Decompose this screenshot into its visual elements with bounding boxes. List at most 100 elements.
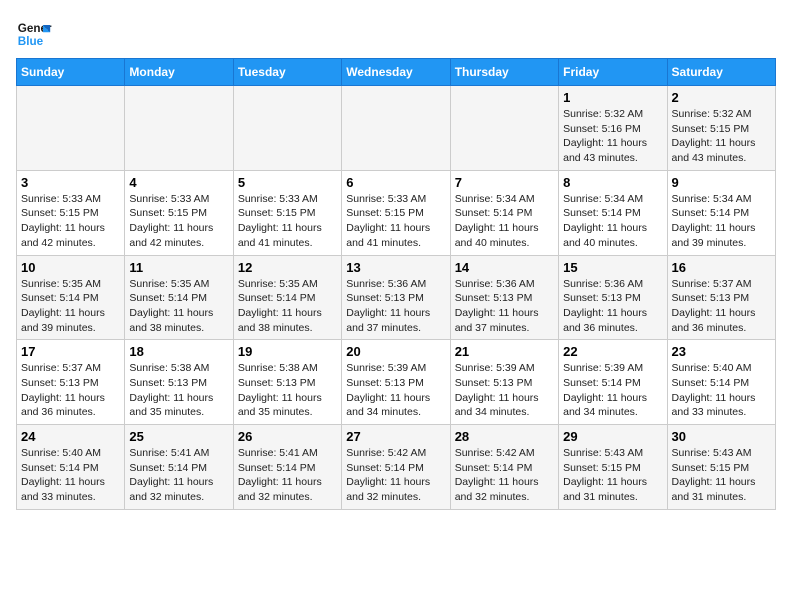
day-cell: 7 Sunrise: 5:34 AM Sunset: 5:14 PM Daylig…	[450, 170, 558, 255]
svg-text:Blue: Blue	[18, 35, 44, 48]
day-number: 14	[455, 260, 554, 275]
day-info: Sunrise: 5:33 AM Sunset: 5:15 PM Dayligh…	[129, 192, 228, 251]
day-cell: 22 Sunrise: 5:39 AM Sunset: 5:14 PM Dayli…	[559, 340, 667, 425]
calendar-table: SundayMondayTuesdayWednesdayThursdayFrid…	[16, 58, 776, 510]
day-info: Sunrise: 5:32 AM Sunset: 5:16 PM Dayligh…	[563, 107, 662, 166]
header-saturday: Saturday	[667, 59, 775, 86]
day-number: 28	[455, 429, 554, 444]
calendar-body: 1 Sunrise: 5:32 AM Sunset: 5:16 PM Daylig…	[17, 86, 776, 510]
week-row-5: 24 Sunrise: 5:40 AM Sunset: 5:14 PM Dayli…	[17, 425, 776, 510]
day-cell: 18 Sunrise: 5:38 AM Sunset: 5:13 PM Dayli…	[125, 340, 233, 425]
day-number: 12	[238, 260, 337, 275]
week-row-1: 1 Sunrise: 5:32 AM Sunset: 5:16 PM Daylig…	[17, 86, 776, 171]
day-info: Sunrise: 5:43 AM Sunset: 5:15 PM Dayligh…	[672, 446, 771, 505]
day-number: 5	[238, 175, 337, 190]
day-info: Sunrise: 5:42 AM Sunset: 5:14 PM Dayligh…	[455, 446, 554, 505]
day-cell: 26Sunrise: 5:41 AM Sunset: 5:14 PM Dayli…	[233, 425, 341, 510]
day-number: 29	[563, 429, 662, 444]
day-number: 25	[129, 429, 228, 444]
day-info: Sunrise: 5:36 AM Sunset: 5:13 PM Dayligh…	[563, 277, 662, 336]
page-header: General Blue	[16, 16, 776, 52]
day-cell: 10 Sunrise: 5:35 AM Sunset: 5:14 PM Dayli…	[17, 255, 125, 340]
day-number: 27	[346, 429, 445, 444]
day-cell	[17, 86, 125, 171]
day-info: Sunrise: 5:38 AM Sunset: 5:13 PM Dayligh…	[238, 361, 337, 420]
day-number: 7	[455, 175, 554, 190]
day-info: Sunrise: 5:39 AM Sunset: 5:14 PM Dayligh…	[563, 361, 662, 420]
day-cell	[233, 86, 341, 171]
day-info: Sunrise: 5:42 AM Sunset: 5:14 PM Dayligh…	[346, 446, 445, 505]
logo: General Blue	[16, 16, 56, 52]
day-number: 30	[672, 429, 771, 444]
day-number: 11	[129, 260, 228, 275]
day-info: Sunrise: 5:33 AM Sunset: 5:15 PM Dayligh…	[21, 192, 120, 251]
day-number: 19	[238, 344, 337, 359]
day-cell: 9 Sunrise: 5:34 AM Sunset: 5:14 PM Daylig…	[667, 170, 775, 255]
day-cell	[342, 86, 450, 171]
day-info: Sunrise: 5:34 AM Sunset: 5:14 PM Dayligh…	[672, 192, 771, 251]
week-row-2: 3 Sunrise: 5:33 AM Sunset: 5:15 PM Daylig…	[17, 170, 776, 255]
day-number: 9	[672, 175, 771, 190]
day-info: Sunrise: 5:34 AM Sunset: 5:14 PM Dayligh…	[455, 192, 554, 251]
day-cell: 20 Sunrise: 5:39 AM Sunset: 5:13 PM Dayli…	[342, 340, 450, 425]
day-cell: 17 Sunrise: 5:37 AM Sunset: 5:13 PM Dayli…	[17, 340, 125, 425]
day-number: 17	[21, 344, 120, 359]
day-info: Sunrise: 5:37 AM Sunset: 5:13 PM Dayligh…	[21, 361, 120, 420]
day-number: 23	[672, 344, 771, 359]
day-info: Sunrise: 5:33 AM Sunset: 5:15 PM Dayligh…	[346, 192, 445, 251]
week-row-3: 10 Sunrise: 5:35 AM Sunset: 5:14 PM Dayli…	[17, 255, 776, 340]
day-cell: 15Sunrise: 5:36 AM Sunset: 5:13 PM Dayli…	[559, 255, 667, 340]
logo-icon: General Blue	[16, 16, 52, 52]
day-cell: 5 Sunrise: 5:33 AM Sunset: 5:15 PM Daylig…	[233, 170, 341, 255]
day-number: 8	[563, 175, 662, 190]
day-number: 24	[21, 429, 120, 444]
day-info: Sunrise: 5:35 AM Sunset: 5:14 PM Dayligh…	[21, 277, 120, 336]
day-number: 20	[346, 344, 445, 359]
day-number: 18	[129, 344, 228, 359]
header-wednesday: Wednesday	[342, 59, 450, 86]
day-cell: 8 Sunrise: 5:34 AM Sunset: 5:14 PM Daylig…	[559, 170, 667, 255]
day-cell: 3 Sunrise: 5:33 AM Sunset: 5:15 PM Daylig…	[17, 170, 125, 255]
day-number: 26	[238, 429, 337, 444]
day-cell: 27 Sunrise: 5:42 AM Sunset: 5:14 PM Dayli…	[342, 425, 450, 510]
day-info: Sunrise: 5:43 AM Sunset: 5:15 PM Dayligh…	[563, 446, 662, 505]
day-number: 21	[455, 344, 554, 359]
day-info: Sunrise: 5:33 AM Sunset: 5:15 PM Dayligh…	[238, 192, 337, 251]
day-info: Sunrise: 5:34 AM Sunset: 5:14 PM Dayligh…	[563, 192, 662, 251]
day-cell	[125, 86, 233, 171]
header-tuesday: Tuesday	[233, 59, 341, 86]
day-cell: 13Sunrise: 5:36 AM Sunset: 5:13 PM Dayli…	[342, 255, 450, 340]
day-number: 4	[129, 175, 228, 190]
day-number: 1	[563, 90, 662, 105]
day-number: 6	[346, 175, 445, 190]
day-number: 2	[672, 90, 771, 105]
day-number: 16	[672, 260, 771, 275]
day-cell: 11 Sunrise: 5:35 AM Sunset: 5:14 PM Dayli…	[125, 255, 233, 340]
day-info: Sunrise: 5:35 AM Sunset: 5:14 PM Dayligh…	[129, 277, 228, 336]
day-number: 22	[563, 344, 662, 359]
day-number: 13	[346, 260, 445, 275]
day-info: Sunrise: 5:40 AM Sunset: 5:14 PM Dayligh…	[21, 446, 120, 505]
day-cell: 6 Sunrise: 5:33 AM Sunset: 5:15 PM Daylig…	[342, 170, 450, 255]
day-cell: 1 Sunrise: 5:32 AM Sunset: 5:16 PM Daylig…	[559, 86, 667, 171]
week-row-4: 17 Sunrise: 5:37 AM Sunset: 5:13 PM Dayli…	[17, 340, 776, 425]
day-info: Sunrise: 5:38 AM Sunset: 5:13 PM Dayligh…	[129, 361, 228, 420]
day-cell	[450, 86, 558, 171]
header-monday: Monday	[125, 59, 233, 86]
day-cell: 4 Sunrise: 5:33 AM Sunset: 5:15 PM Daylig…	[125, 170, 233, 255]
day-number: 3	[21, 175, 120, 190]
header-friday: Friday	[559, 59, 667, 86]
header-thursday: Thursday	[450, 59, 558, 86]
day-info: Sunrise: 5:40 AM Sunset: 5:14 PM Dayligh…	[672, 361, 771, 420]
header-sunday: Sunday	[17, 59, 125, 86]
day-number: 10	[21, 260, 120, 275]
day-info: Sunrise: 5:35 AM Sunset: 5:14 PM Dayligh…	[238, 277, 337, 336]
day-cell: 12 Sunrise: 5:35 AM Sunset: 5:14 PM Dayli…	[233, 255, 341, 340]
day-cell: 29 Sunrise: 5:43 AM Sunset: 5:15 PM Dayli…	[559, 425, 667, 510]
day-info: Sunrise: 5:37 AM Sunset: 5:13 PM Dayligh…	[672, 277, 771, 336]
day-info: Sunrise: 5:39 AM Sunset: 5:13 PM Dayligh…	[346, 361, 445, 420]
day-info: Sunrise: 5:41 AM Sunset: 5:14 PM Dayligh…	[129, 446, 228, 505]
day-info: Sunrise: 5:39 AM Sunset: 5:13 PM Dayligh…	[455, 361, 554, 420]
day-info: Sunrise: 5:36 AM Sunset: 5:13 PM Dayligh…	[455, 277, 554, 336]
day-cell: 21 Sunrise: 5:39 AM Sunset: 5:13 PM Dayli…	[450, 340, 558, 425]
